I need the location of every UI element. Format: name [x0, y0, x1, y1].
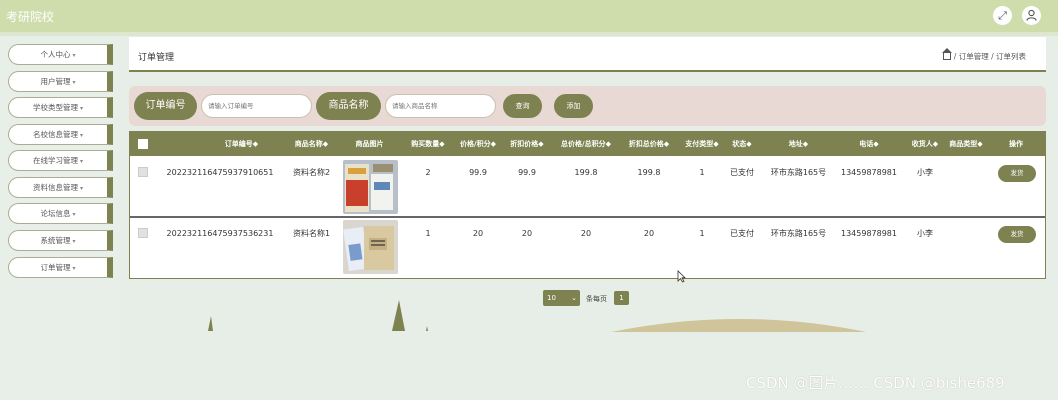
col-price[interactable]: 价格/积分◆ — [452, 132, 504, 156]
ship-button[interactable]: 发货 — [998, 165, 1036, 182]
chevron-down-icon: ▾ — [72, 238, 76, 245]
cell-total: 199.8 — [574, 168, 598, 177]
table-header: 订单编号◆ 商品名称◆ 商品图片 购买数量◆ 价格/积分◆ 折扣价格◆ 总价格/… — [130, 132, 1045, 156]
chevron-down-icon: ▾ — [72, 265, 76, 272]
sidebar: 个人中心 ▾ 用户管理 ▾ 学校类型管理 ▾ 名校信息管理 ▾ 在线学习管理 ▾ 资料信息… — [0, 36, 121, 400]
order-no-label: 订单编号 — [134, 92, 197, 120]
chevron-down-icon: ▾ — [72, 52, 76, 59]
sidebar-item-school-types[interactable]: 学校类型管理 ▾ — [8, 97, 113, 118]
goods-name-input[interactable] — [385, 94, 496, 118]
sidebar-item-system[interactable]: 系统管理 ▾ — [8, 230, 113, 251]
cell-address: 环市东路165号 — [770, 168, 827, 177]
breadcrumb-trail[interactable]: / 订单管理 / 订单列表 — [954, 52, 1026, 61]
sidebar-item-users[interactable]: 用户管理 ▾ — [8, 71, 113, 92]
top-bar: 考研院校 ⤢ — [0, 0, 1058, 32]
sidebar-item-label: 用户管理 — [40, 77, 71, 86]
sidebar-item-online-learning[interactable]: 在线学习管理 ▾ — [8, 150, 113, 171]
home-icon[interactable] — [941, 48, 952, 60]
cell-discount-price: 99.9 — [518, 168, 536, 177]
col-goods-image: 商品图片 — [355, 140, 384, 148]
cell-qty: 1 — [425, 229, 431, 238]
cell-goods-name: 资料名称2 — [292, 168, 331, 177]
search-bar: 订单编号 商品名称 查询 添加 — [129, 86, 1046, 126]
chevron-down-icon: ▾ — [72, 79, 76, 86]
row-checkbox[interactable] — [138, 228, 148, 238]
chevron-down-icon: ▾ — [79, 158, 83, 165]
cell-receiver: 小李 — [917, 168, 933, 177]
col-receiver[interactable]: 收货人◆ — [905, 132, 945, 156]
chevron-down-icon: ▾ — [79, 185, 83, 192]
table-row: 2022321164759379106​51 资料名称2 2 99.9 99.9… — [130, 157, 1045, 217]
cell-order-no: 2022321164759379106​51 — [166, 168, 274, 177]
cell-status: 已支付 — [730, 229, 754, 238]
table-row: 2022321164759375362​31 资料名称1 1 20 20 20 … — [130, 218, 1045, 278]
cell-qty: 2 — [425, 168, 431, 177]
sidebar-item-orders[interactable]: 订单管理 ▾ — [8, 257, 113, 278]
cell-pay-type: 1 — [699, 168, 705, 177]
cell-price: 99.9 — [469, 168, 487, 177]
sidebar-item-label: 论坛信息 — [40, 209, 71, 218]
goods-image[interactable] — [343, 160, 398, 214]
row-checkbox[interactable] — [138, 167, 148, 177]
col-total[interactable]: 总价格/总积分◆ — [550, 132, 622, 156]
col-discount-total[interactable]: 折扣总价格◆ — [620, 132, 678, 156]
cell-discount-total: 20 — [643, 229, 655, 238]
cell-goods-type — [945, 218, 987, 278]
watermark: CSDN @图片…… CSDN @bishe689 — [746, 374, 1005, 392]
cell-receiver: 小李 — [917, 229, 933, 238]
sidebar-item-materials[interactable]: 资料信息管理 ▾ — [8, 177, 113, 198]
col-discount-price[interactable]: 折扣价格◆ — [504, 132, 550, 156]
col-action: 操作 — [1009, 140, 1023, 148]
cell-pay-type: 1 — [699, 229, 705, 238]
col-address[interactable]: 地址◆ — [766, 132, 831, 156]
breadcrumb: 订单管理 / 订单管理 / 订单列表 — [129, 37, 1046, 72]
sidebar-item-schools[interactable]: 名校信息管理 ▾ — [8, 124, 113, 145]
sidebar-item-label: 个人中心 — [40, 50, 71, 59]
order-no-input[interactable] — [201, 94, 312, 118]
ship-button[interactable]: 发货 — [998, 226, 1036, 243]
cell-status: 已支付 — [730, 168, 754, 177]
cell-discount-total: 199.8 — [637, 168, 661, 177]
sidebar-item-label: 资料信息管理 — [32, 183, 78, 192]
cell-goods-name: 资料名称1 — [292, 229, 331, 238]
query-button[interactable]: 查询 — [503, 94, 542, 118]
col-status[interactable]: 状态◆ — [726, 132, 758, 156]
col-goods-type[interactable]: 商品类型◆ — [945, 132, 987, 156]
chevron-down-icon: ▾ — [79, 105, 83, 112]
cell-order-no: 2022321164759375362​31 — [166, 229, 274, 238]
cell-phone: 13459878981 — [841, 168, 897, 177]
mouse-cursor-icon — [677, 270, 686, 283]
page-title: 订单管理 — [138, 53, 175, 63]
sidebar-item-label: 在线学习管理 — [32, 156, 78, 165]
expand-icon[interactable]: ⤢ — [993, 6, 1012, 25]
chevron-down-icon: ▾ — [79, 132, 83, 139]
sidebar-item-label: 学校类型管理 — [32, 103, 78, 112]
app-title: 考研院校 — [6, 10, 55, 24]
top-strip — [0, 32, 1058, 36]
cell-address: 环市东路165号 — [770, 229, 827, 238]
col-phone[interactable]: 电话◆ — [836, 132, 902, 156]
select-all-checkbox[interactable] — [138, 139, 148, 149]
orders-table: 订单编号◆ 商品名称◆ 商品图片 购买数量◆ 价格/积分◆ 折扣价格◆ 总价格/… — [129, 131, 1046, 279]
col-order-no[interactable]: 订单编号◆ — [184, 132, 299, 156]
chevron-down-icon: ▾ — [72, 211, 76, 218]
sidebar-item-forum[interactable]: 论坛信息 ▾ — [8, 203, 113, 224]
add-button[interactable]: 添加 — [554, 94, 593, 118]
goods-name-label: 商品名称 — [316, 92, 381, 120]
sidebar-item-label: 订单管理 — [40, 263, 71, 272]
goods-image[interactable] — [343, 220, 398, 274]
sidebar-item-label: 系统管理 — [40, 236, 71, 245]
sidebar-item-personal-center[interactable]: 个人中心 ▾ — [8, 44, 113, 65]
breadcrumb-path: / 订单管理 / 订单列表 — [941, 48, 1026, 62]
sidebar-item-label: 名校信息管理 — [32, 130, 78, 139]
cell-goods-type — [945, 157, 987, 217]
col-pay-type[interactable]: 支付类型◆ — [678, 132, 726, 156]
cell-phone: 13459878981 — [841, 229, 897, 238]
col-qty[interactable]: 购买数量◆ — [403, 132, 453, 156]
col-goods-name[interactable]: 商品名称◆ — [284, 132, 339, 156]
user-icon[interactable] — [1022, 6, 1041, 25]
cell-price: 20 — [472, 229, 484, 238]
cell-discount-price: 20 — [521, 229, 533, 238]
cell-total: 20 — [580, 229, 592, 238]
